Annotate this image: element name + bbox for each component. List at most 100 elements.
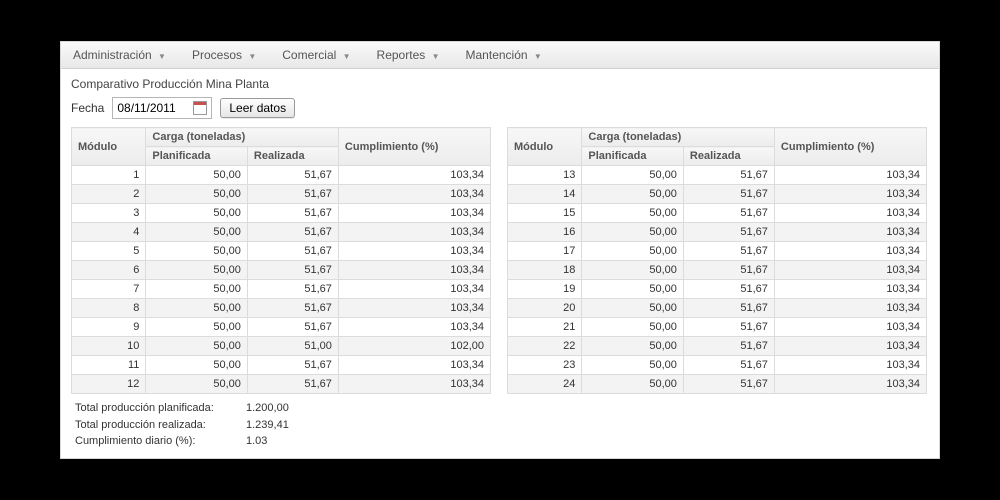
table-row: 550,0051,67103,34 xyxy=(72,242,491,261)
cell: 3 xyxy=(72,204,146,223)
table-row: 2250,0051,67103,34 xyxy=(508,337,927,356)
cell: 11 xyxy=(72,356,146,375)
cell: 50,00 xyxy=(146,204,247,223)
cell: 50,00 xyxy=(582,204,683,223)
th-modulo: Módulo xyxy=(72,128,146,166)
menu-procesos[interactable]: Procesos ▼ xyxy=(188,46,260,64)
table-row: 150,0051,67103,34 xyxy=(72,166,491,185)
cell: 20 xyxy=(508,299,582,318)
cell: 103,34 xyxy=(774,223,926,242)
menu-label: Mantención xyxy=(466,48,528,62)
total-planificada-label: Total producción planificada: xyxy=(75,400,240,417)
menu-label: Reportes xyxy=(377,48,426,62)
total-realizada-value: 1.239,41 xyxy=(246,417,289,434)
table-row: 2450,0051,67103,34 xyxy=(508,375,927,394)
table-left: Módulo Carga (toneladas) Cumplimiento (%… xyxy=(71,127,491,394)
cell: 50,00 xyxy=(146,280,247,299)
leer-datos-button[interactable]: Leer datos xyxy=(220,98,295,118)
cell: 50,00 xyxy=(582,185,683,204)
th-cumplimiento: Cumplimiento (%) xyxy=(338,128,490,166)
cell: 51,67 xyxy=(683,318,774,337)
cell: 22 xyxy=(508,337,582,356)
cell: 50,00 xyxy=(582,375,683,394)
cell: 50,00 xyxy=(146,337,247,356)
th-modulo: Módulo xyxy=(508,128,582,166)
cell: 103,34 xyxy=(338,242,490,261)
calendar-icon[interactable] xyxy=(193,101,207,115)
th-cumplimiento: Cumplimiento (%) xyxy=(774,128,926,166)
cell: 50,00 xyxy=(146,166,247,185)
cell: 51,67 xyxy=(683,337,774,356)
cell: 103,34 xyxy=(774,261,926,280)
tbody-left: 150,0051,67103,34250,0051,67103,34350,00… xyxy=(72,166,491,394)
table-row: 1050,0051,00102,00 xyxy=(72,337,491,356)
cell: 51,67 xyxy=(683,185,774,204)
th-realizada: Realizada xyxy=(247,147,338,166)
cell: 23 xyxy=(508,356,582,375)
table-row: 850,0051,67103,34 xyxy=(72,299,491,318)
cell: 2 xyxy=(72,185,146,204)
cell: 9 xyxy=(72,318,146,337)
cell: 103,34 xyxy=(774,356,926,375)
table-row: 450,0051,67103,34 xyxy=(72,223,491,242)
cumplimiento-diario-label: Cumplimiento diario (%): xyxy=(75,433,240,450)
cell: 103,34 xyxy=(338,261,490,280)
cell: 50,00 xyxy=(582,318,683,337)
cell: 50,00 xyxy=(146,299,247,318)
cell: 103,34 xyxy=(338,223,490,242)
menu-mantencion[interactable]: Mantención ▼ xyxy=(462,46,546,64)
cell: 50,00 xyxy=(146,261,247,280)
table-right: Módulo Carga (toneladas) Cumplimiento (%… xyxy=(507,127,927,394)
cell: 103,34 xyxy=(774,204,926,223)
cell: 103,34 xyxy=(338,299,490,318)
th-carga: Carga (toneladas) xyxy=(582,128,775,147)
app-window: Administración ▼ Procesos ▼ Comercial ▼ … xyxy=(60,41,940,459)
cell: 51,67 xyxy=(247,318,338,337)
cell: 51,00 xyxy=(247,337,338,356)
cell: 50,00 xyxy=(582,166,683,185)
table-row: 750,0051,67103,34 xyxy=(72,280,491,299)
menu-reportes[interactable]: Reportes ▼ xyxy=(373,46,444,64)
menu-administracion[interactable]: Administración ▼ xyxy=(69,46,170,64)
cell: 103,34 xyxy=(338,185,490,204)
cell: 17 xyxy=(508,242,582,261)
cell: 50,00 xyxy=(582,337,683,356)
table-row: 1250,0051,67103,34 xyxy=(72,375,491,394)
cell: 50,00 xyxy=(582,356,683,375)
cell: 51,67 xyxy=(683,204,774,223)
cell: 51,67 xyxy=(683,375,774,394)
table-row: 1650,0051,67103,34 xyxy=(508,223,927,242)
cell: 103,34 xyxy=(774,299,926,318)
cell: 19 xyxy=(508,280,582,299)
cell: 51,67 xyxy=(683,166,774,185)
content-area: Comparativo Producción Mina Planta Fecha… xyxy=(61,69,939,450)
cell: 51,67 xyxy=(247,242,338,261)
table-row: 2050,0051,67103,34 xyxy=(508,299,927,318)
fecha-label: Fecha xyxy=(71,101,104,115)
fecha-input[interactable] xyxy=(117,99,187,117)
cell: 51,67 xyxy=(247,299,338,318)
table-row: 1450,0051,67103,34 xyxy=(508,185,927,204)
menu-comercial[interactable]: Comercial ▼ xyxy=(278,46,354,64)
cell: 103,34 xyxy=(774,185,926,204)
cell: 51,67 xyxy=(247,356,338,375)
cell: 50,00 xyxy=(582,242,683,261)
table-row: 1950,0051,67103,34 xyxy=(508,280,927,299)
cell: 51,67 xyxy=(683,242,774,261)
cell: 51,67 xyxy=(683,356,774,375)
chevron-down-icon: ▼ xyxy=(248,52,256,61)
table-row: 1550,0051,67103,34 xyxy=(508,204,927,223)
chevron-down-icon: ▼ xyxy=(534,52,542,61)
total-realizada-label: Total producción realizada: xyxy=(75,417,240,434)
cell: 51,67 xyxy=(247,280,338,299)
table-row: 250,0051,67103,34 xyxy=(72,185,491,204)
cell: 102,00 xyxy=(338,337,490,356)
cell: 5 xyxy=(72,242,146,261)
cell: 103,34 xyxy=(774,337,926,356)
cell: 103,34 xyxy=(338,318,490,337)
table-row: 1850,0051,67103,34 xyxy=(508,261,927,280)
cell: 103,34 xyxy=(774,242,926,261)
cell: 14 xyxy=(508,185,582,204)
page-title: Comparativo Producción Mina Planta xyxy=(71,77,929,91)
menu-label: Administración xyxy=(73,48,152,62)
